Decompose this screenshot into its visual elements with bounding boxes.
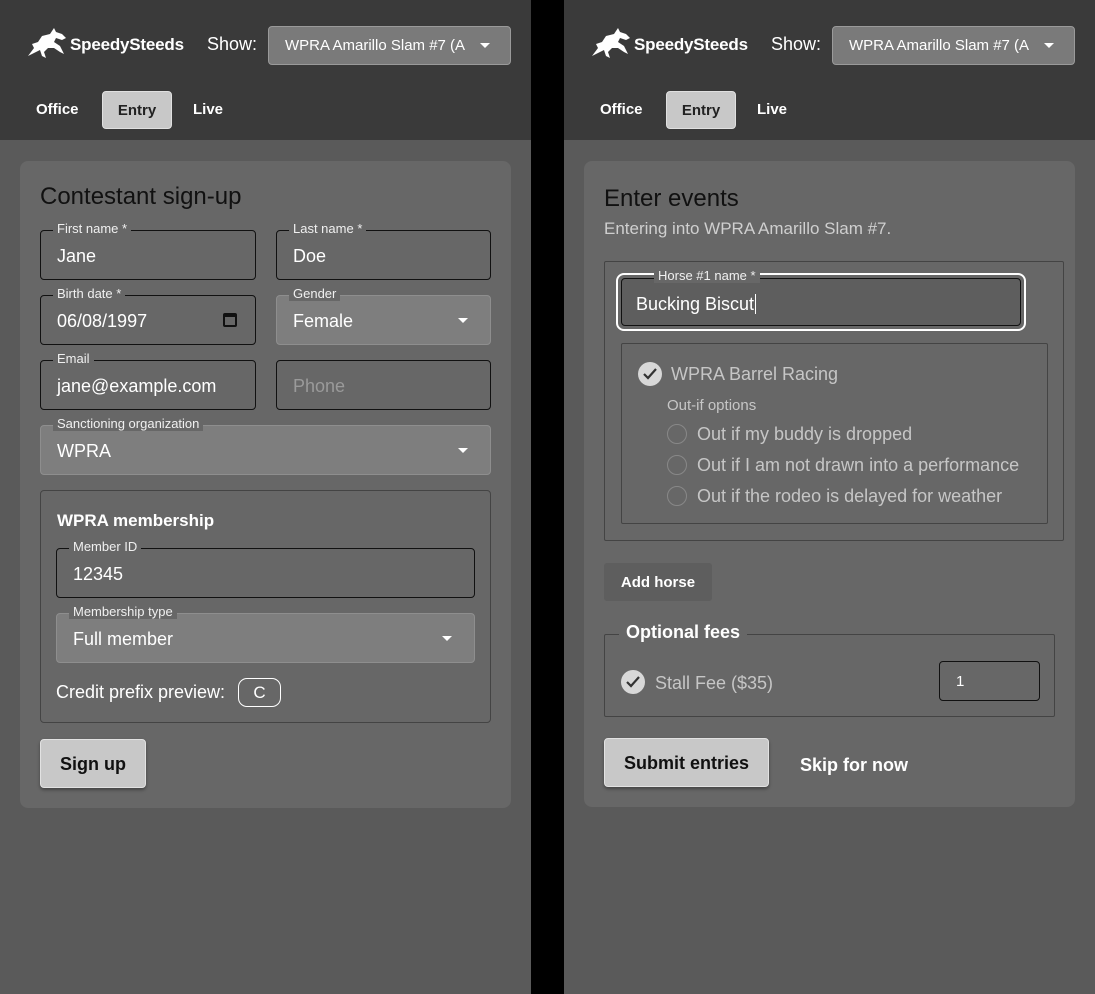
tab-entry[interactable]: Entry <box>102 91 172 129</box>
outif-label: Out-if options <box>667 397 757 414</box>
header-bar: SpeedySteeds Show: WPRA Amarillo Slam #7… <box>0 0 531 140</box>
horse-name-label: Horse #1 name * <box>654 269 760 283</box>
fees-title: Optional fees <box>619 622 748 643</box>
show-select[interactable]: WPRA Amarillo Slam #7 (A <box>832 26 1075 65</box>
credit-prefix-label: Credit prefix preview: <box>56 682 226 702</box>
email-value: jane@example.com <box>57 376 217 396</box>
show-select-value: WPRA Amarillo Slam #7 (A <box>849 37 1030 54</box>
email-field[interactable]: Email jane@example.com <box>40 352 256 410</box>
add-horse-button[interactable]: Add horse <box>604 563 712 601</box>
outif-radio[interactable] <box>667 424 687 444</box>
stall-fee-label: Stall Fee ($35) <box>655 673 774 693</box>
signup-panel: SpeedySteeds Show: WPRA Amarillo Slam #7… <box>0 0 531 994</box>
show-select-value: WPRA Amarillo Slam #7 (A <box>285 37 466 54</box>
tab-office[interactable]: Office <box>600 91 643 129</box>
gender-value: Female <box>293 311 354 331</box>
event-option-group: WPRA Barrel Racing Out-if options Out if… <box>621 343 1048 524</box>
org-label: Sanctioning organization <box>53 417 204 431</box>
last-name-label: Last name * <box>289 222 367 236</box>
caret-down-icon <box>458 318 468 323</box>
caret-down-icon <box>1044 43 1054 48</box>
outif-option: Out if my buddy is dropped <box>697 424 913 444</box>
credit-prefix-chip: C <box>238 678 281 707</box>
phone-placeholder: Phone <box>293 376 346 396</box>
horse-name-value: Bucking Biscut <box>636 294 757 314</box>
member-id-label: Member ID <box>69 540 142 554</box>
optional-fees-group: Optional fees Stall Fee ($35) 1 <box>604 622 1055 717</box>
outif-option: Out if the rodeo is delayed for weather <box>697 486 1003 506</box>
birth-date-label: Birth date * <box>53 287 126 301</box>
membership-type-select[interactable]: Membership type Full member <box>56 605 475 663</box>
horse-name-field[interactable]: Horse #1 name * Bucking Biscut <box>616 269 1026 331</box>
page-title: Contestant sign-up <box>40 183 242 210</box>
brand-name: SpeedySteeds <box>634 35 748 54</box>
membership-title: WPRA membership <box>57 511 215 530</box>
birth-date-value: 06/08/1997 <box>57 311 148 331</box>
gender-select[interactable]: Gender Female <box>276 287 491 345</box>
header-bar: SpeedySteeds Show: WPRA Amarillo Slam #7… <box>564 0 1095 140</box>
brand-logo[interactable]: SpeedySteeds <box>588 26 748 65</box>
skip-link[interactable]: Skip for now <box>800 755 908 776</box>
check-icon <box>626 676 640 688</box>
caret-down-icon <box>480 43 490 48</box>
membership-type-value: Full member <box>73 629 174 649</box>
tab-live[interactable]: Live <box>757 91 787 129</box>
events-panel: SpeedySteeds Show: WPRA Amarillo Slam #7… <box>564 0 1095 994</box>
membership-type-label: Membership type <box>69 605 177 619</box>
org-value: WPRA <box>57 441 111 461</box>
tab-entry[interactable]: Entry <box>666 91 736 129</box>
event-checkbox[interactable] <box>638 362 662 386</box>
outif-radio[interactable] <box>667 486 687 506</box>
phone-field[interactable]: Phone <box>276 360 491 410</box>
gender-label: Gender <box>289 287 341 301</box>
last-name-field[interactable]: Last name * Doe <box>276 222 491 280</box>
tab-office[interactable]: Office <box>36 91 79 129</box>
first-name-field[interactable]: First name * Jane <box>40 222 256 280</box>
member-id-field[interactable]: Member ID 12345 <box>56 540 475 598</box>
show-label: Show: <box>207 34 258 54</box>
birth-date-field[interactable]: Birth date * 06/08/1997 <box>40 287 256 345</box>
outif-radio[interactable] <box>667 455 687 475</box>
horse-logo-icon <box>588 26 632 65</box>
calendar-icon[interactable] <box>223 313 237 327</box>
brand-name: SpeedySteeds <box>70 35 184 54</box>
signup-card: Contestant sign-up First name * Jane Las… <box>20 161 511 808</box>
email-label: Email <box>53 352 94 366</box>
horse-logo-icon <box>24 26 68 65</box>
stall-quantity-input[interactable]: 1 <box>939 661 1040 701</box>
org-select[interactable]: Sanctioning organization WPRA <box>40 417 491 475</box>
sign-up-button[interactable]: Sign up <box>40 739 146 788</box>
member-id-value: 12345 <box>73 564 124 584</box>
caret-down-icon <box>458 448 468 453</box>
stall-fee-checkbox[interactable] <box>621 670 645 694</box>
check-icon <box>643 368 657 380</box>
first-name-label: First name * <box>53 222 132 236</box>
events-card: Enter events Entering into WPRA Amarillo… <box>584 161 1075 807</box>
tab-live[interactable]: Live <box>193 91 223 129</box>
caret-down-icon <box>442 636 452 641</box>
event-label: WPRA Barrel Racing <box>671 364 839 384</box>
submit-entries-button[interactable]: Submit entries <box>604 738 769 787</box>
horse-entry-group: Horse #1 name * Bucking Biscut WPRA Barr… <box>604 261 1064 541</box>
last-name-value: Doe <box>293 246 327 266</box>
page-title: Enter events <box>604 185 739 212</box>
show-label: Show: <box>771 34 822 54</box>
brand-logo[interactable]: SpeedySteeds <box>24 26 184 65</box>
first-name-value: Jane <box>57 246 97 266</box>
page-subtitle: Entering into WPRA Amarillo Slam #7. <box>604 219 892 238</box>
show-select[interactable]: WPRA Amarillo Slam #7 (A <box>268 26 511 65</box>
outif-option: Out if I am not drawn into a performance <box>697 455 1020 475</box>
